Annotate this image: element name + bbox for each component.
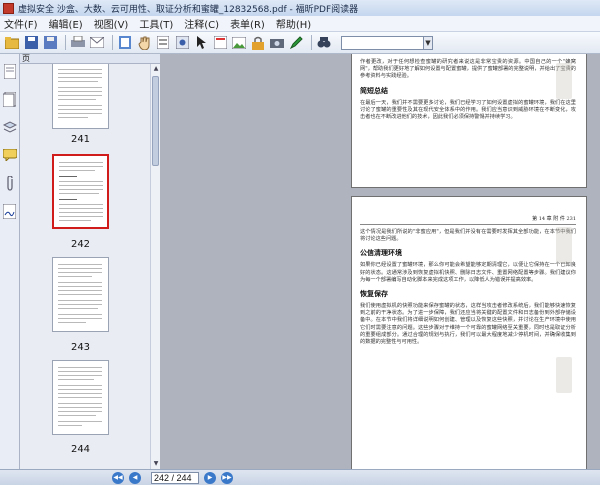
watermark [556,63,572,99]
toolbar-separator [65,35,66,50]
menu-bar: 文件(F) 编辑(E) 视图(V) 工具(T) 注释(C) 表单(R) 帮助(H… [0,16,600,32]
pen-icon[interactable] [288,35,304,51]
thumbnail-label: 243 [70,342,91,353]
toolbar: ▼ [0,32,600,54]
single-page-icon[interactable] [117,35,133,51]
attachments-tab[interactable] [2,172,18,194]
page-paragraph: 作者更改，对于任何想检查蜜罐的研究者来说这是非常宝贵的资源。中国自己的一个"蜂窝… [360,59,576,80]
page-paragraph: 在最后一天，我们并不需要更多讨论，我们已经学习了如何设置虚拟的蜜罐环境，我们在这… [360,99,576,121]
binoculars-icon[interactable] [316,35,332,51]
layers-tab[interactable] [2,116,18,138]
search-input[interactable] [341,35,424,50]
watermark [556,227,572,263]
hand-tool-icon[interactable] [136,35,152,51]
menu-help[interactable]: 帮助(H) [276,16,311,31]
section-heading: 简短总结 [360,85,388,95]
note-icon[interactable] [212,35,228,51]
page-number-input[interactable] [151,471,199,484]
status-bar: ◀◀ ◀ ▶ ▶▶ [0,469,600,485]
running-header: 第 14 章 附 件 231 [360,215,576,225]
comments-tab[interactable] [2,144,18,166]
lock-icon[interactable] [250,35,266,51]
thumbnail-scrollbar[interactable]: ▲ ▼ [150,64,160,469]
app-icon [3,2,14,14]
search-dropdown-icon[interactable]: ▼ [424,35,433,50]
window-title: 虚拟安全 沙盒、大数、云可用性、取证分析和蜜罐_12832568.pdf - 福… [18,4,359,15]
title-bar: 虚拟安全 沙盒、大数、云可用性、取证分析和蜜罐_12832568.pdf - 福… [0,0,600,16]
thumbnail-label: 244 [70,444,91,455]
last-page-icon[interactable]: ▶▶ [221,471,233,484]
email-icon[interactable] [89,35,105,51]
image-icon[interactable] [231,35,247,51]
menu-file[interactable]: 文件(F) [4,16,38,31]
thumbnail-panel-header: 页 [20,54,160,64]
open-folder-icon[interactable] [4,35,20,51]
snapshot-icon[interactable] [174,35,190,51]
print-icon[interactable] [70,35,86,51]
scrollbar-thumb[interactable] [152,76,159,166]
page-paragraph: 这个情况是我们所说的"非蜜应用"，但是我们并没有在需要时发挥其全部功能，在本节中… [360,229,576,243]
menu-view[interactable]: 视图(V) [94,16,129,31]
menu-tools[interactable]: 工具(T) [139,16,173,31]
previous-page-icon[interactable]: ◀ [129,471,141,484]
save-icon[interactable] [23,35,39,51]
toolbar-separator [112,35,113,50]
watermark [556,357,572,393]
document-view[interactable]: 作者更改，对于任何想检查蜜罐的研究者来说这是非常宝贵的资源。中国自己的一个"蜂窝… [160,54,600,469]
document-page-current: 第 14 章 附 件 231 这个情况是我们所说的"非蜜应用"，但是我们并没有在… [351,196,587,469]
side-tab-strip [0,54,20,469]
document-page-previous: 作者更改，对于任何想检查蜜罐的研究者来说这是非常宝贵的资源。中国自己的一个"蜂窝… [351,54,587,188]
section-heading: 恢复保存 [360,289,388,299]
bookmarks-tab[interactable] [2,60,18,82]
thumbnail-panel: 241 242 243 244 [20,64,150,469]
thumbnail-label: 241 [70,134,91,145]
select-arrow-icon[interactable] [193,35,209,51]
menu-edit[interactable]: 编辑(E) [49,16,83,31]
page-paragraph: 我们使用虚拟机的快照功能来保存蜜罐的状态，这样当攻击者修改系统后，我们能够快速恢… [360,303,576,346]
section-heading: 公信清理环境 [360,248,402,258]
thumbnail-page-244[interactable] [52,360,109,435]
next-page-icon[interactable]: ▶ [204,471,216,484]
thumbnail-label: 242 [70,239,91,250]
camera-icon[interactable] [269,35,285,51]
thumbnail-page-241[interactable] [52,64,109,129]
text-select-icon[interactable] [155,35,171,51]
toolbar-separator [311,35,312,50]
save-as-icon[interactable] [42,35,58,51]
thumbnail-page-243[interactable] [52,257,109,332]
first-page-icon[interactable]: ◀◀ [112,471,124,484]
thumbnail-page-242[interactable] [52,154,109,229]
pages-tab[interactable] [2,88,18,110]
menu-forms[interactable]: 表单(R) [230,16,265,31]
menu-comments[interactable]: 注释(C) [184,16,219,31]
page-paragraph: 如果你已经设置了蜜罐环境，那么你可能会希望能够定期清理它，以便让它保持在一个已知… [360,262,576,283]
signatures-tab[interactable] [2,200,18,222]
